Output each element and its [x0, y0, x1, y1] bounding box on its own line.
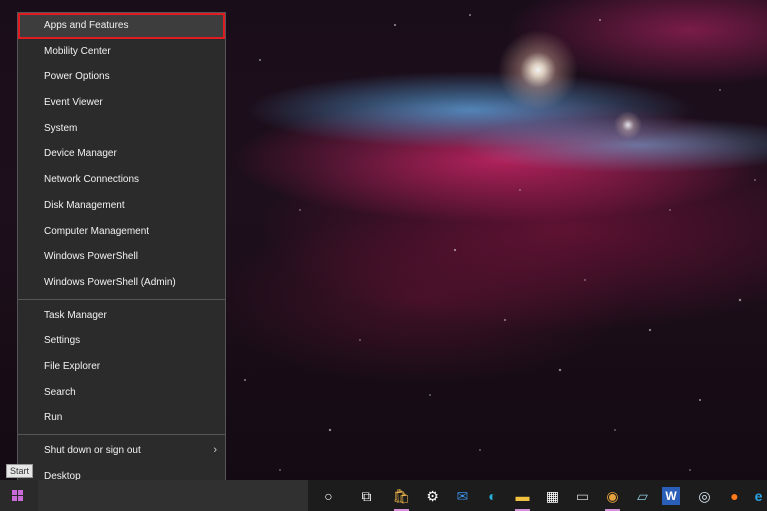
power-user-menu: Apps and Features Mobility Center Power …	[17, 12, 226, 497]
start-tooltip: Start	[6, 464, 34, 478]
menu-item-label: Search	[44, 386, 76, 398]
taskbar: ○ ⧉ 🛍 ⚙ ✉ ◐ ▬ ▦ ▭ ◉ ▱ W ◎ ● e	[0, 480, 767, 511]
chrome-icon[interactable]: ◉	[602, 485, 623, 511]
photos-icon[interactable]: ▭	[572, 485, 593, 506]
chevron-right-icon: ›	[213, 444, 217, 456]
menu-item-run[interactable]: Run	[18, 405, 225, 431]
menu-item-network-connections[interactable]: Network Connections	[18, 167, 225, 193]
menu-item-windows-powershell[interactable]: Windows PowerShell	[18, 244, 225, 270]
menu-item-label: System	[44, 122, 78, 134]
menu-item-label: Mobility Center	[44, 45, 111, 57]
menu-item-label: Task Manager	[44, 309, 107, 321]
cortana-icon[interactable]: ○	[318, 485, 339, 506]
menu-item-windows-powershell-admin[interactable]: Windows PowerShell (Admin)	[18, 270, 225, 296]
menu-item-label: Network Connections	[44, 174, 140, 186]
menu-item-label: Event Viewer	[44, 97, 103, 109]
taskbar-search-box[interactable]	[38, 480, 308, 511]
calculator-icon[interactable]: ▦	[542, 485, 563, 506]
menu-item-event-viewer[interactable]: Event Viewer	[18, 90, 225, 116]
menu-item-label: Device Manager	[44, 148, 117, 160]
notepad-icon[interactable]: ▱	[632, 485, 653, 506]
menu-item-search[interactable]: Search	[18, 380, 225, 406]
menu-item-shut-down-or-sign-out[interactable]: Shut down or sign out ›	[18, 438, 225, 464]
file-explorer-icon[interactable]: ▬	[512, 485, 533, 511]
menu-item-task-manager[interactable]: Task Manager	[18, 303, 225, 329]
desktop: Apps and Features Mobility Center Power …	[0, 0, 767, 511]
menu-item-label: File Explorer	[44, 360, 101, 372]
menu-item-file-explorer[interactable]: File Explorer	[18, 354, 225, 380]
menu-item-device-manager[interactable]: Device Manager	[18, 141, 225, 167]
menu-item-label: Settings	[44, 335, 81, 347]
menu-item-label: Shut down or sign out	[44, 445, 141, 456]
menu-item-power-options[interactable]: Power Options	[18, 64, 225, 90]
settings-gear-icon[interactable]: ⚙	[422, 485, 443, 506]
menu-item-system[interactable]: System	[18, 116, 225, 142]
menu-item-label: Apps and Features	[44, 20, 129, 31]
microsoft-store-icon[interactable]: 🛍	[391, 485, 412, 511]
steam-icon[interactable]: ◎	[694, 485, 715, 506]
browser-e-icon[interactable]: e	[748, 485, 767, 506]
menu-item-mobility-center[interactable]: Mobility Center	[18, 39, 225, 65]
firefox-icon[interactable]: ●	[724, 485, 745, 506]
start-button[interactable]	[0, 480, 38, 511]
menu-separator	[18, 434, 225, 435]
windows-logo-icon	[12, 490, 24, 502]
menu-item-settings[interactable]: Settings	[18, 328, 225, 354]
menu-item-apps-and-features[interactable]: Apps and Features	[18, 13, 225, 39]
menu-item-label: Disk Management	[44, 199, 125, 211]
menu-item-label: Windows PowerShell (Admin)	[44, 276, 176, 288]
menu-item-label: Run	[44, 412, 63, 424]
edge-icon[interactable]: ◐	[482, 485, 503, 506]
menu-item-label: Computer Management	[44, 225, 150, 237]
mail-icon[interactable]: ✉	[452, 485, 473, 506]
menu-separator	[18, 298, 225, 300]
menu-item-label: Windows PowerShell	[44, 251, 138, 263]
menu-item-label: Power Options	[44, 71, 110, 83]
menu-item-computer-management[interactable]: Computer Management	[18, 219, 225, 245]
menu-item-disk-management[interactable]: Disk Management	[18, 193, 225, 219]
word-icon[interactable]: W	[662, 487, 680, 505]
task-view-icon[interactable]: ⧉	[356, 485, 377, 506]
